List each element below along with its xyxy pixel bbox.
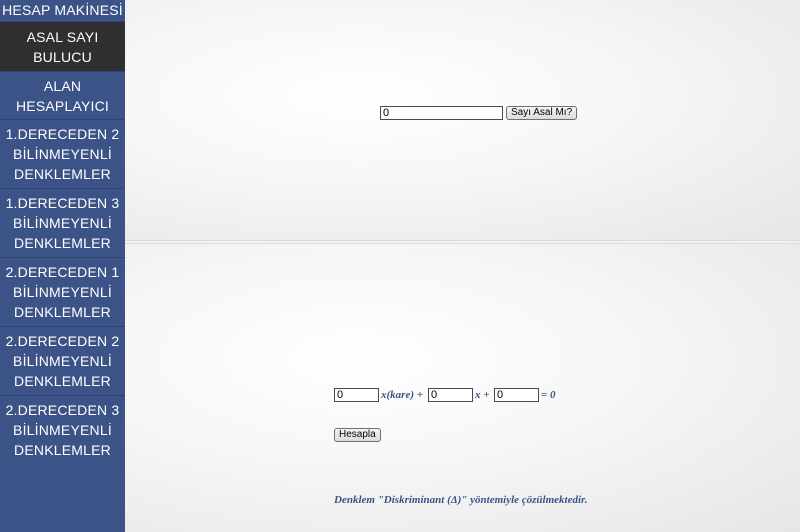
discriminant-note: Denklem "Diskriminant (Δ)" yöntemiyle çö… [334,494,588,506]
sidebar-item-calculator[interactable]: HESAP MAKİNESİ [0,0,125,22]
sidebar-item-prime-finder[interactable]: ASAL SAYI BULUCU [0,22,125,72]
equals-zero-label: = 0 [541,389,556,401]
sidebar-item-quadratic-1-unknown[interactable]: 2.DERECEDEN 1 BİLİNMEYENLİ DENKLEMLER [0,258,125,327]
coefficient-a-input[interactable] [334,388,379,402]
is-prime-button[interactable]: Sayı Asal Mı? [506,106,578,120]
x-label: x + [475,389,490,401]
coefficient-c-input[interactable] [494,388,539,402]
quadratic-panel: x(kare) + x + = 0 Hesapla Denklem "Diskr… [125,244,800,532]
sidebar-item-linear-2-unknowns[interactable]: 1.DERECEDEN 2 BİLİNMEYENLİ DENKLEMLER [0,120,125,189]
sidebar-item-area-calculator[interactable]: ALAN HESAPLAYICI [0,72,125,120]
sidebar-item-linear-3-unknowns[interactable]: 1.DERECEDEN 3 BİLİNMEYENLİ DENKLEMLER [0,189,125,258]
prime-number-input[interactable] [380,106,503,120]
coefficient-b-input[interactable] [428,388,473,402]
sidebar-item-quadratic-2-unknowns[interactable]: 2.DERECEDEN 2 BİLİNMEYENLİ DENKLEMLER [0,327,125,396]
sidebar-item-quadratic-3-unknowns[interactable]: 2.DERECEDEN 3 BİLİNMEYENLİ DENKLEMLER [0,396,125,465]
sidebar: HESAP MAKİNESİ ASAL SAYI BULUCU ALAN HES… [0,0,125,532]
calculate-button[interactable]: Hesapla [334,428,381,442]
prime-panel: Sayı Asal Mı? [125,0,800,240]
x-squared-label: x(kare) + [381,389,424,401]
